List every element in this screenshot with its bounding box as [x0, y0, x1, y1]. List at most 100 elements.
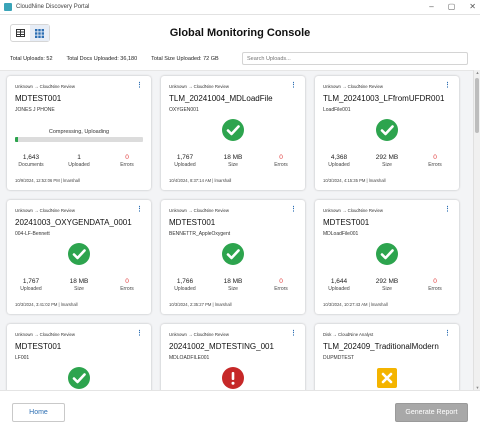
- app-icon: [4, 3, 12, 11]
- scroll-thumb[interactable]: [475, 78, 479, 133]
- card-title: 20241003_OXYGENDATA_0001: [15, 218, 132, 227]
- upload-card[interactable]: Unknown → CloudNine Review ⋮ MDTEST001 BENN…: [161, 200, 305, 314]
- metric-size: 292 MB Size: [363, 154, 411, 168]
- card-title: TLM_202409_TraditionalModern: [323, 342, 439, 351]
- metric-label: Errors: [428, 162, 442, 168]
- more-options-icon[interactable]: ⋮: [444, 330, 451, 337]
- progress-label: Compressing, Uploading: [48, 129, 110, 135]
- more-options-icon[interactable]: ⋮: [444, 82, 451, 89]
- card-metrics: 1,767 Uploaded 18 MB Size 0 Errors: [161, 154, 305, 168]
- more-options-icon[interactable]: ⋮: [290, 82, 297, 89]
- metric-label: Size: [382, 286, 392, 292]
- card-metrics: 1,644 Uploaded 292 MB Size 0 Errors: [315, 278, 459, 292]
- upload-card[interactable]: Disk → CloudNine Analyst ⋮ TLM_202409_Trad…: [315, 324, 459, 390]
- cancelled-x-icon: [376, 367, 398, 389]
- minimize-icon[interactable]: –: [429, 2, 433, 12]
- metric-documents: 1,643 Documents: [7, 154, 55, 168]
- success-check-icon: [376, 243, 398, 265]
- total-size-uploaded: Total Size Uploaded: 72 GB: [151, 56, 219, 62]
- metric-value: 4,368: [330, 154, 348, 161]
- metric-value: 292 MB: [375, 154, 399, 161]
- card-source: Unknown → CloudNine Review: [169, 332, 229, 337]
- metric-value: 1,644: [330, 278, 348, 285]
- card-title: MDTEST001: [15, 94, 62, 103]
- metric-value: 1,643: [22, 154, 40, 161]
- more-options-icon[interactable]: ⋮: [136, 206, 143, 213]
- upload-card[interactable]: Unknown → CloudNine Review ⋮ MDTEST001 MDLo…: [315, 200, 459, 314]
- metric-label: Documents: [18, 162, 44, 168]
- scroll-up-icon[interactable]: ▲: [474, 70, 480, 75]
- metric-value: 292 MB: [375, 278, 399, 285]
- metric-value: 0: [433, 278, 437, 285]
- card-subtitle: MDLoadFile001: [323, 231, 359, 237]
- metric-uploaded: 1,766 Uploaded: [161, 278, 209, 292]
- progress-fill: [15, 137, 18, 142]
- more-options-icon[interactable]: ⋮: [136, 330, 143, 337]
- card-title: TLM_20241004_MDLoadFile: [169, 94, 273, 103]
- card-footer: 10/3/2024, 10:27:43 AM | lmarshall: [323, 302, 388, 307]
- metric-errors: 0 Errors: [103, 154, 151, 168]
- card-title: MDTEST001: [169, 218, 216, 227]
- total-uploads: Total Uploads: 52: [10, 56, 53, 62]
- metric-uploaded: 1,767 Uploaded: [161, 154, 209, 168]
- card-source: Unknown → CloudNine Review: [15, 84, 75, 89]
- card-subtitle: 004-LF-Bennett: [15, 231, 50, 237]
- metric-label: Size: [228, 286, 238, 292]
- metric-label: Uploaded: [174, 162, 196, 168]
- home-button[interactable]: Home: [12, 403, 65, 422]
- window-controls: – ▢ ✕: [429, 2, 476, 12]
- more-options-icon[interactable]: ⋮: [290, 206, 297, 213]
- upload-card[interactable]: Unknown → CloudNine Review ⋮ 20241002_MDTE…: [161, 324, 305, 390]
- metric-errors: 0 Errors: [257, 278, 305, 292]
- more-options-icon[interactable]: ⋮: [290, 330, 297, 337]
- card-subtitle: OXYGEN001: [169, 107, 199, 113]
- upload-card[interactable]: Unknown → CloudNine Review ⋮ TLM_20241003_…: [315, 76, 459, 190]
- metric-value: 1: [77, 154, 81, 161]
- success-check-icon: [376, 119, 398, 141]
- more-options-icon[interactable]: ⋮: [444, 206, 451, 213]
- metric-errors: 0 Errors: [411, 154, 459, 168]
- metric-value: 1,767: [176, 154, 194, 161]
- card-source: Unknown → CloudNine Review: [15, 208, 75, 213]
- generate-report-button[interactable]: Generate Report: [395, 403, 468, 422]
- metric-size: 18 MB Size: [55, 278, 103, 292]
- card-footer: 10/3/2024, 4:15:35 PM | lmarshall: [323, 178, 386, 183]
- metric-value: 18 MB: [223, 154, 243, 161]
- page-title: Global Monitoring Console: [169, 27, 311, 39]
- metric-value: 0: [125, 154, 129, 161]
- more-options-icon[interactable]: ⋮: [136, 82, 143, 89]
- card-source: Unknown → CloudNine Review: [323, 84, 383, 89]
- metric-label: Uploaded: [20, 286, 42, 292]
- close-icon[interactable]: ✕: [469, 2, 476, 12]
- upload-card[interactable]: Unknown → CloudNine Review ⋮ MDTEST001 LF00…: [7, 324, 151, 390]
- card-subtitle: JONES J PHONE: [15, 107, 55, 113]
- metric-size: 18 MB Size: [209, 278, 257, 292]
- metric-value: 18 MB: [223, 278, 243, 285]
- window-title: CloudNine Discovery Portal: [16, 4, 90, 10]
- metric-size: 18 MB Size: [209, 154, 257, 168]
- success-check-icon: [68, 243, 90, 265]
- scrollbar[interactable]: ▲ ▼: [473, 70, 480, 390]
- title-bar: CloudNine Discovery Portal – ▢ ✕: [0, 0, 480, 15]
- success-check-icon: [222, 243, 244, 265]
- card-footer: 10/9/2024, 12:52:06 PM | lmarshall: [15, 178, 80, 183]
- upload-card[interactable]: Unknown → CloudNine Review ⋮ TLM_20241004_…: [161, 76, 305, 190]
- metric-label: Errors: [120, 286, 134, 292]
- metric-label: Size: [382, 162, 392, 168]
- metric-uploaded: 1 Uploaded: [55, 154, 103, 168]
- stats-bar: Total Uploads: 52 Total Docs Uploaded: 3…: [10, 52, 233, 66]
- card-title: MDTEST001: [15, 342, 62, 351]
- card-title: 20241002_MDTESTING_001: [169, 342, 274, 351]
- card-title: MDTEST001: [323, 218, 370, 227]
- metric-value: 1,767: [22, 278, 40, 285]
- upload-card[interactable]: Unknown → CloudNine Review ⋮ MDTEST001 JONE…: [7, 76, 151, 190]
- maximize-icon[interactable]: ▢: [448, 2, 456, 12]
- upload-card[interactable]: Unknown → CloudNine Review ⋮ 20241003_OXYG…: [7, 200, 151, 314]
- card-title: TLM_20241003_LFfromUFDR001: [323, 94, 445, 103]
- metric-value: 0: [433, 154, 437, 161]
- metric-label: Errors: [274, 162, 288, 168]
- search-input[interactable]: [242, 52, 468, 65]
- card-subtitle: MDLOADFILE001: [169, 355, 210, 361]
- metric-label: Errors: [274, 286, 288, 292]
- metric-uploaded: 1,644 Uploaded: [315, 278, 363, 292]
